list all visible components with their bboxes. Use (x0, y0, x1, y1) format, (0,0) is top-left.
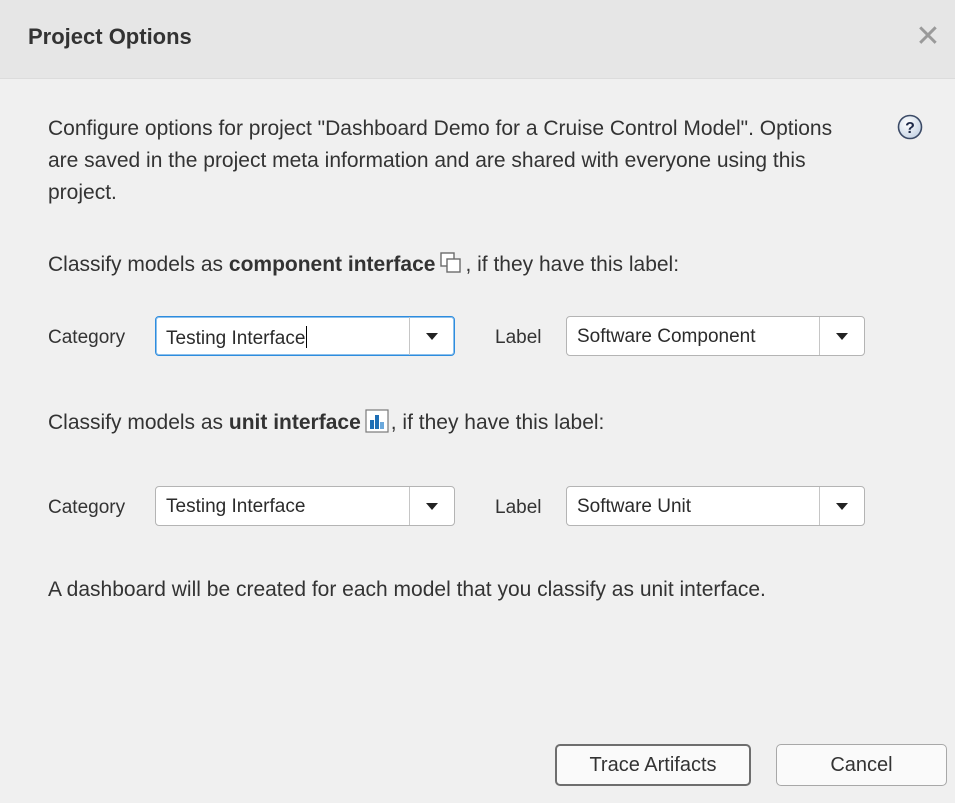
chevron-down-icon[interactable] (820, 317, 864, 355)
unit-classify-prefix: Classify models as (48, 411, 229, 434)
unit-classify-text: Classify models as unit interface , if t… (48, 408, 604, 442)
component-interface-icon (439, 251, 463, 284)
unit-label-value[interactable]: Software Unit (577, 496, 691, 518)
component-classify-prefix: Classify models as (48, 253, 229, 276)
unit-interface-icon (365, 409, 389, 442)
dialog-title: Project Options (28, 24, 192, 49)
component-category-value[interactable]: Testing Interface (166, 326, 308, 350)
unit-category-value[interactable]: Testing Interface (166, 496, 305, 518)
title-bar: Project Options ✕ (0, 0, 955, 79)
component-category-dropdown[interactable]: Testing Interface (155, 316, 455, 356)
trace-artifacts-button[interactable]: Trace Artifacts (555, 744, 751, 786)
chevron-down-icon[interactable] (410, 317, 454, 355)
unit-classify-bold: unit interface (228, 411, 361, 434)
project-options-dialog: Project Options ✕ ? Configure options fo… (0, 0, 955, 803)
chevron-down-icon[interactable] (410, 487, 454, 525)
description-text: Configure options for project "Dashboard… (48, 117, 833, 204)
dashboard-note: A dashboard will be created for each mod… (48, 578, 766, 601)
unit-label-dropdown[interactable]: Software Unit (566, 486, 865, 526)
component-classify-bold: component interface (228, 253, 436, 276)
unit-label-label: Label (495, 497, 542, 518)
unit-category-dropdown[interactable]: Testing Interface (155, 486, 455, 526)
component-label-label: Label (495, 327, 542, 348)
unit-category-label: Category (48, 497, 126, 518)
component-category-label: Category (48, 327, 126, 348)
chevron-down-icon[interactable] (820, 487, 864, 525)
cancel-button[interactable]: Cancel (776, 744, 947, 786)
component-classify-text: Classify models as component interface ,… (48, 250, 679, 284)
help-icon[interactable]: ? (897, 114, 923, 140)
close-icon[interactable]: ✕ (913, 22, 943, 52)
text-caret (306, 326, 308, 348)
component-label-value[interactable]: Software Component (577, 326, 756, 348)
unit-classify-suffix: , if they have this label: (390, 411, 605, 434)
component-label-dropdown[interactable]: Software Component (566, 316, 865, 356)
component-classify-suffix: , if they have this label: (465, 253, 680, 276)
svg-text:?: ? (905, 120, 915, 137)
